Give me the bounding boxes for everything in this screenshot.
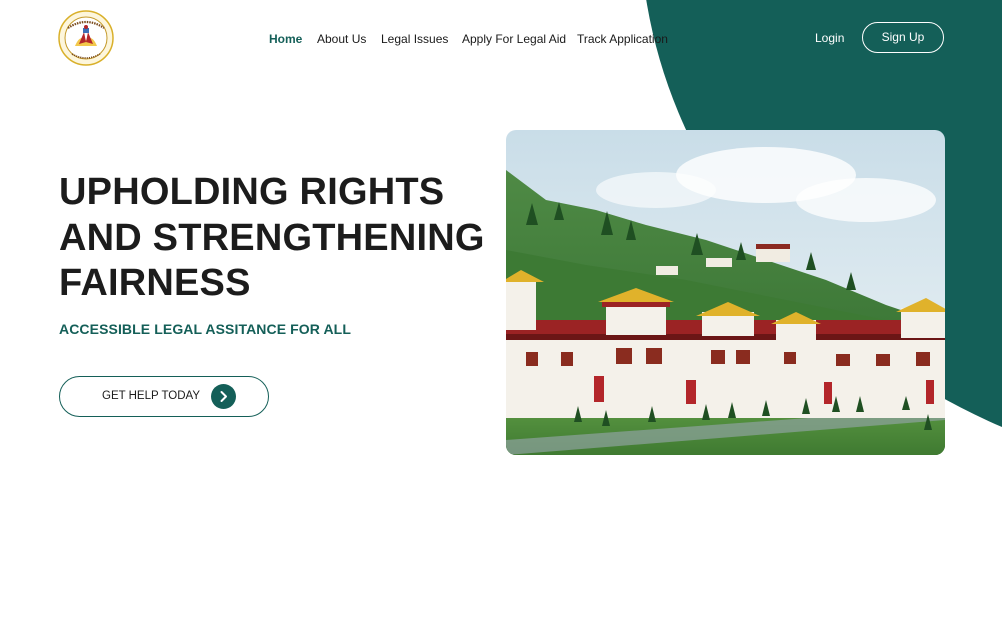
landing-page: Home About Us Legal Issues Apply For Leg… [0, 0, 1002, 619]
dzong-fortress-photo [506, 130, 945, 455]
nav-track-application[interactable]: Track Application [577, 32, 668, 46]
get-help-button[interactable]: GET HELP TODAY [59, 376, 269, 417]
nav-home[interactable]: Home [269, 32, 302, 46]
site-logo[interactable] [58, 10, 114, 66]
hero-subtitle: ACCESSIBLE LEGAL ASSITANCE FOR ALL [59, 321, 351, 337]
nav-about-us[interactable]: About Us [317, 32, 366, 46]
legal-aid-emblem-icon [58, 10, 114, 66]
hero-title-line-2: AND STRENGTHENING [59, 216, 485, 259]
nav-apply-for-legal-aid[interactable]: Apply For Legal Aid [462, 32, 566, 46]
hero-title: UPHOLDING RIGHTS AND STRENGTHENING FAIRN… [59, 170, 485, 307]
hero-image [506, 130, 945, 455]
login-link[interactable]: Login [815, 31, 844, 45]
hero-title-line-1: UPHOLDING RIGHTS [59, 171, 445, 213]
signup-button[interactable]: Sign Up [862, 22, 944, 53]
nav-legal-issues[interactable]: Legal Issues [381, 32, 448, 46]
hero-title-line-3: FAIRNESS [59, 262, 251, 304]
chevron-right-icon [211, 384, 236, 409]
get-help-button-label: GET HELP TODAY [102, 390, 201, 402]
